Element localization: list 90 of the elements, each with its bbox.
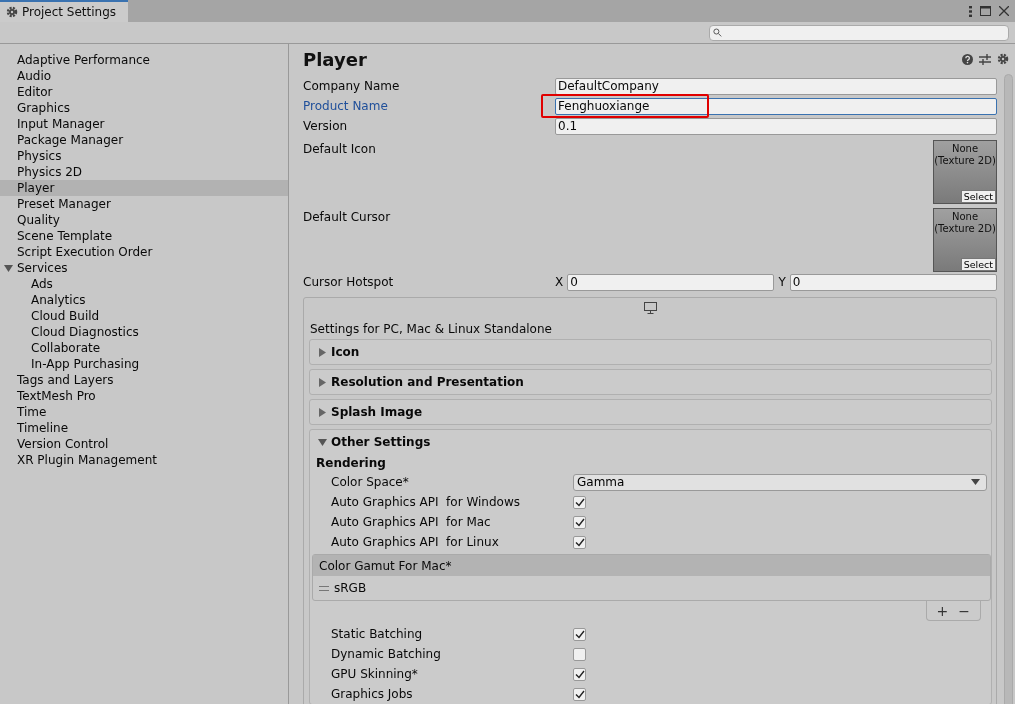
page-title: Player (303, 48, 367, 70)
texture-slot[interactable]: None (Texture 2D) Select (933, 140, 997, 204)
section-title[interactable]: Splash Image (331, 405, 423, 419)
sidebar-item[interactable]: Editor (0, 84, 288, 100)
setting-label: Auto Graphics API for Linux (331, 535, 500, 549)
sidebar-item[interactable]: Script Execution Order (0, 244, 288, 260)
setting-label: GPU Skinning* (331, 667, 419, 681)
sidebar-item[interactable]: Input Manager (0, 116, 288, 132)
select-button[interactable]: Select (960, 258, 996, 271)
setting-label: Dynamic Batching (331, 647, 442, 661)
sidebar-item[interactable]: Timeline (0, 420, 288, 436)
sidebar-item[interactable]: Ads (0, 276, 288, 292)
sidebar-item[interactable]: Version Control (0, 436, 288, 452)
sidebar-item[interactable]: Time (0, 404, 288, 420)
monitor-icon[interactable] (644, 302, 657, 314)
sidebar-item[interactable]: Physics 2D (0, 164, 288, 180)
number-field[interactable]: 0 (567, 273, 775, 291)
panel-title: Settings for PC, Mac & Linux Standalone (309, 321, 553, 338)
select-button[interactable]: Select (960, 190, 996, 203)
setting-label: Auto Graphics API for Windows (331, 495, 521, 509)
more-options-icon[interactable] (969, 5, 972, 17)
window-title: Project Settings (22, 5, 117, 19)
field-label: Default Icon (303, 141, 377, 156)
sidebar-item[interactable]: Collaborate (0, 340, 288, 356)
sidebar-item[interactable]: Preset Manager (0, 196, 288, 212)
field-label: Default Cursor (303, 209, 392, 224)
sidebar-item[interactable]: Player (0, 180, 288, 196)
gear-icon (6, 6, 18, 18)
sidebar-item[interactable]: Analytics (0, 292, 288, 308)
checkbox[interactable] (573, 495, 586, 509)
sidebar-item[interactable]: Audio (0, 68, 288, 84)
sidebar-item[interactable]: XR Plugin Management (0, 452, 288, 468)
field-label: Product Name (303, 99, 389, 113)
axis-label: X (555, 275, 564, 289)
sidebar-item[interactable]: Quality (0, 212, 288, 228)
checkbox[interactable] (573, 627, 586, 641)
text-field[interactable]: Fenghuoxiange (555, 97, 997, 115)
section-title[interactable]: Resolution and Presentation (331, 375, 524, 389)
sidebar-item[interactable]: Services (0, 260, 288, 276)
sidebar-item[interactable]: Scene Template (0, 228, 288, 244)
checkbox[interactable] (573, 667, 586, 681)
setting-label: Static Batching (331, 627, 424, 641)
triangle-right-icon[interactable] (318, 377, 327, 387)
help-icon[interactable] (962, 53, 973, 65)
remove-button[interactable]: − (956, 602, 972, 619)
checkbox[interactable] (573, 687, 586, 701)
field-label: Version (303, 119, 349, 133)
sidebar-item[interactable]: Cloud Diagnostics (0, 324, 288, 340)
search-field[interactable] (709, 24, 1009, 41)
section-title[interactable]: Icon (331, 345, 360, 359)
axis-label: Y (778, 275, 786, 289)
list-header: Color Gamut For Mac* (313, 555, 990, 576)
triangle-right-icon[interactable] (318, 347, 327, 357)
field-label: Company Name (303, 79, 401, 93)
setting-label: Graphics Jobs (331, 687, 414, 701)
checkbox[interactable] (573, 535, 586, 549)
list-item[interactable]: sRGB (334, 581, 367, 595)
triangle-down-icon[interactable] (318, 437, 327, 447)
text-field[interactable]: 0.1 (555, 117, 997, 135)
sidebar-item[interactable]: TextMesh Pro (0, 388, 288, 404)
close-icon[interactable] (999, 6, 1009, 16)
triangle-down-icon[interactable] (4, 263, 13, 273)
text-field[interactable]: DefaultCompany (555, 77, 997, 95)
sidebar-item[interactable]: Tags and Layers (0, 372, 288, 388)
sliders-icon[interactable] (979, 53, 991, 65)
field-label: Cursor Hotspot (303, 275, 395, 289)
search-icon (713, 28, 722, 37)
checkbox[interactable] (573, 647, 586, 661)
maximize-icon[interactable] (980, 6, 991, 16)
caret-icon (971, 479, 980, 485)
drag-handle-icon[interactable] (319, 585, 329, 591)
section-title[interactable]: Other Settings (331, 435, 431, 449)
dropdown[interactable]: Gamma (573, 473, 987, 491)
window-tab[interactable]: Project Settings (0, 0, 128, 22)
gear-icon[interactable] (997, 53, 1009, 65)
sidebar-item[interactable]: In-App Purchasing (0, 356, 288, 372)
subheading: Rendering (316, 455, 387, 472)
triangle-right-icon[interactable] (318, 407, 327, 417)
add-button[interactable]: + (934, 602, 951, 619)
number-field[interactable]: 0 (789, 273, 997, 291)
scrollbar[interactable] (1004, 74, 1013, 704)
checkbox[interactable] (573, 515, 586, 529)
sidebar-item[interactable]: Package Manager (0, 132, 288, 148)
setting-label: Color Space* (331, 475, 410, 489)
sidebar-item[interactable]: Graphics (0, 100, 288, 116)
setting-label: Auto Graphics API for Mac (331, 515, 492, 529)
texture-slot[interactable]: None (Texture 2D) Select (933, 208, 997, 272)
sidebar-item[interactable]: Cloud Build (0, 308, 288, 324)
sidebar-item[interactable]: Physics (0, 148, 288, 164)
sidebar-item[interactable]: Adaptive Performance (0, 52, 288, 68)
